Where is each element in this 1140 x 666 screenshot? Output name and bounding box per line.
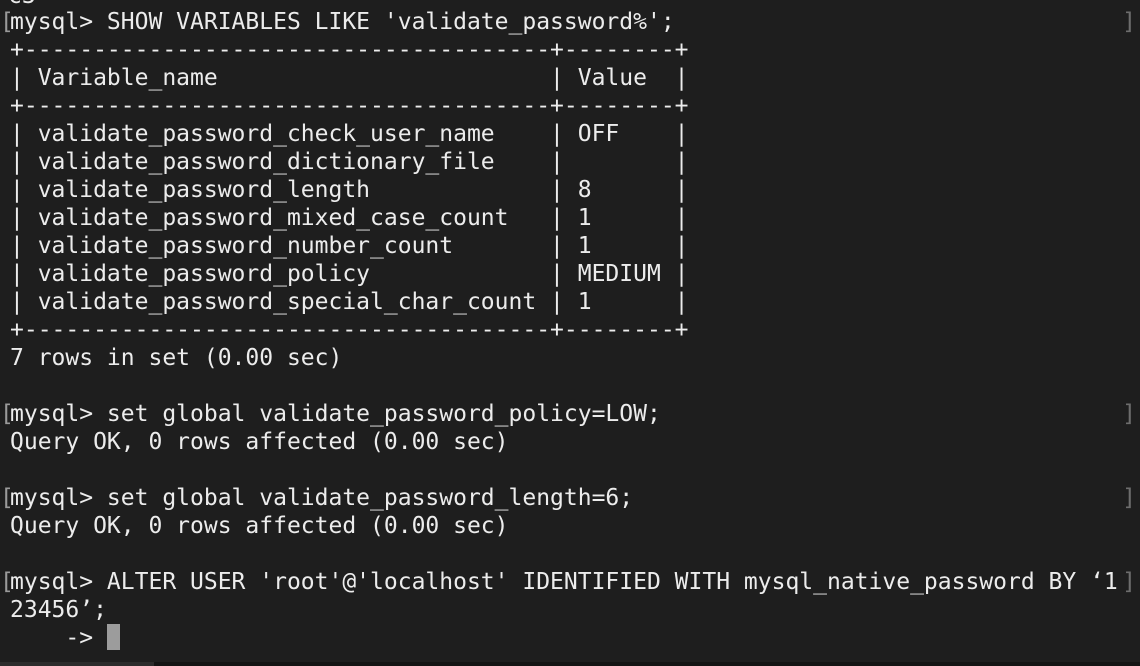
continuation-line: -> <box>0 624 1140 652</box>
line-text: | validate_password_dictionary_file | | <box>10 149 689 175</box>
line-text: Query OK, 0 rows affected (0.00 sec) <box>10 429 509 455</box>
output-line: | validate_password_check_user_name | OF… <box>0 120 1140 148</box>
output-line: 23456’; <box>0 596 1140 624</box>
scrolled-line-fragment: c3 <box>8 0 36 8</box>
line-bracket-right: ] <box>1122 485 1136 511</box>
line-text: -> <box>10 625 107 651</box>
output-line: | validate_password_number_count | 1 | <box>0 232 1140 260</box>
output-line: 7 rows in set (0.00 sec) <box>0 344 1140 372</box>
line-text: | validate_password_length | 8 | <box>10 177 689 203</box>
line-text: mysql> SHOW VARIABLES LIKE 'validate_pas… <box>10 9 675 35</box>
text-cursor[interactable] <box>106 624 120 650</box>
output-line: | validate_password_mixed_case_count | 1… <box>0 204 1140 232</box>
line-bracket-left: [ <box>0 485 14 511</box>
command-line: [mysql> ALTER USER 'root'@'localhost' ID… <box>0 568 1140 596</box>
line-text: 23456’; <box>10 597 107 623</box>
line-bracket-right: ] <box>1122 9 1136 35</box>
line-text: | validate_password_check_user_name | OF… <box>10 121 689 147</box>
command-line: [mysql> set global validate_password_pol… <box>0 400 1140 428</box>
line-bracket-right: ] <box>1122 401 1136 427</box>
terminal-output: [mysql> SHOW VARIABLES LIKE 'validate_pa… <box>0 8 1140 652</box>
output-line: +--------------------------------------+… <box>0 92 1140 120</box>
output-line: | validate_password_length | 8 | <box>0 176 1140 204</box>
line-text: +--------------------------------------+… <box>10 93 689 119</box>
line-text: +--------------------------------------+… <box>10 317 689 343</box>
tab-strip <box>154 662 1140 666</box>
output-line: | validate_password_dictionary_file | | <box>0 148 1140 176</box>
output-line: | Variable_name | Value | <box>0 64 1140 92</box>
line-bracket-left: [ <box>0 569 14 595</box>
command-line: [mysql> SHOW VARIABLES LIKE 'validate_pa… <box>0 8 1140 36</box>
output-line: Query OK, 0 rows affected (0.00 sec) <box>0 512 1140 540</box>
terminal-window[interactable]: c3 [mysql> SHOW VARIABLES LIKE 'validate… <box>0 0 1140 666</box>
line-text: | validate_password_policy | MEDIUM | <box>10 261 689 287</box>
line-text: +--------------------------------------+… <box>10 37 689 63</box>
line-text: | validate_password_mixed_case_count | 1… <box>10 205 689 231</box>
line-text: mysql> set global validate_password_leng… <box>10 485 634 511</box>
line-text: 7 rows in set (0.00 sec) <box>10 345 343 371</box>
output-line: | validate_password_policy | MEDIUM | <box>0 260 1140 288</box>
line-text: mysql> set global validate_password_poli… <box>10 401 661 427</box>
line-text: | Variable_name | Value | <box>10 65 689 91</box>
command-line: [mysql> set global validate_password_len… <box>0 484 1140 512</box>
line-bracket-left: [ <box>0 401 14 427</box>
line-text: | validate_password_number_count | 1 | <box>10 233 689 259</box>
line-text: | validate_password_special_char_count |… <box>10 289 689 315</box>
line-bracket-right: ] <box>1122 569 1136 595</box>
line-text: Query OK, 0 rows affected (0.00 sec) <box>10 513 509 539</box>
output-line: +--------------------------------------+… <box>0 316 1140 344</box>
output-line: +--------------------------------------+… <box>0 36 1140 64</box>
output-line: | validate_password_special_char_count |… <box>0 288 1140 316</box>
line-text: mysql> ALTER USER 'root'@'localhost' IDE… <box>10 569 1118 595</box>
tab-strip-active <box>0 662 154 666</box>
output-line: Query OK, 0 rows affected (0.00 sec) <box>0 428 1140 456</box>
line-bracket-left: [ <box>0 9 14 35</box>
